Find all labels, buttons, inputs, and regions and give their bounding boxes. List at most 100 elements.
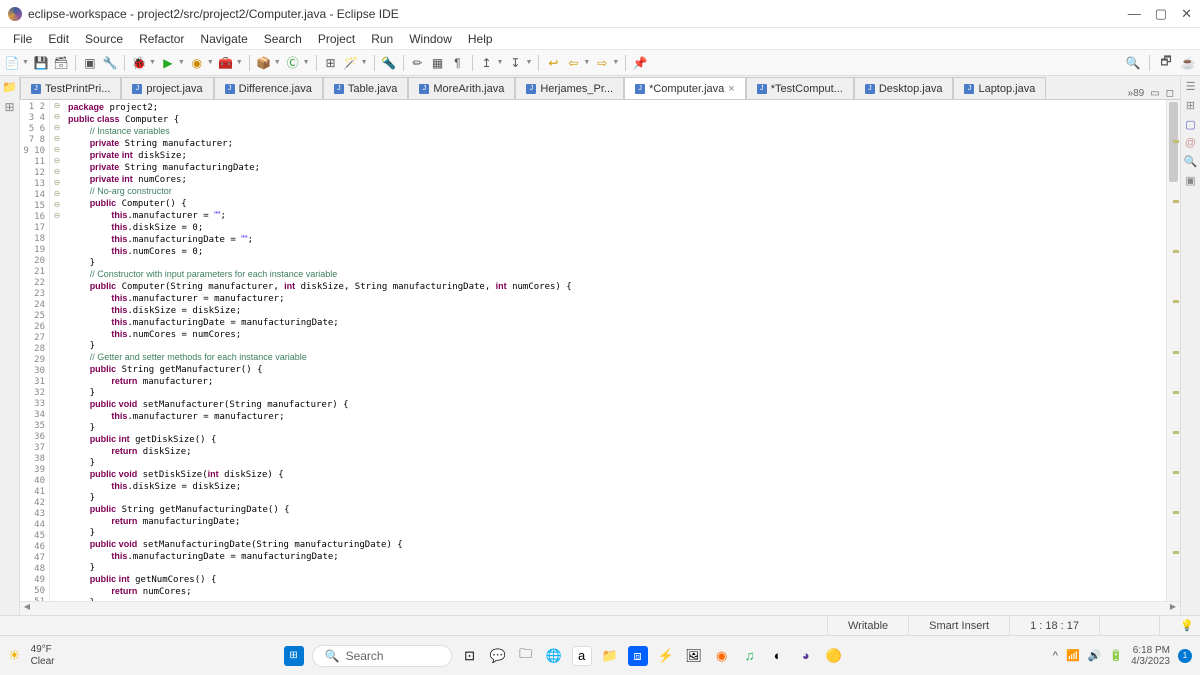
open-type-icon[interactable]: ⊞ (323, 55, 339, 71)
new-class-icon[interactable]: Ⓒ (285, 55, 301, 71)
task-list-icon[interactable]: ☰ (1186, 80, 1196, 93)
task-view-icon[interactable]: ⊡ (460, 646, 480, 666)
scroll-left-arrow[interactable]: ◀ (20, 602, 34, 615)
tab-herjamespr[interactable]: JHerjames_Pr... (515, 77, 624, 99)
block-sel-icon[interactable]: ▦ (430, 55, 446, 71)
editor-min-icon[interactable]: ▭ (1150, 88, 1159, 99)
tab-tablejava[interactable]: JTable.java (323, 77, 409, 99)
menu-navigate[interactable]: Navigate (193, 30, 254, 48)
pin-icon[interactable]: 📌 (632, 55, 648, 71)
build-icon[interactable]: 🔧 (102, 55, 118, 71)
minimize-button[interactable]: — (1128, 6, 1141, 22)
java-perspective-icon[interactable]: ☕ (1180, 55, 1196, 71)
hierarchy-icon[interactable]: ⊞ (4, 100, 14, 114)
app1-icon[interactable]: a (572, 646, 592, 666)
weather-widget[interactable]: 49°F Clear (31, 644, 55, 668)
tab-differencejava[interactable]: JDifference.java (214, 77, 323, 99)
wand-icon[interactable]: 🪄 (343, 55, 359, 71)
menu-edit[interactable]: Edit (41, 30, 76, 48)
menu-refactor[interactable]: Refactor (132, 30, 191, 48)
new-icon[interactable]: 📄 (4, 55, 20, 71)
tab-desktopjava[interactable]: JDesktop.java (854, 77, 954, 99)
open-perspective-icon[interactable]: 🗗 (1158, 55, 1174, 71)
whitespace-icon[interactable]: ¶ (450, 55, 466, 71)
window-title: eclipse-workspace - project2/src/project… (28, 7, 1128, 21)
problems-icon[interactable]: 🔍 (1184, 155, 1198, 168)
code-viewport[interactable]: 1 2 3 4 5 6 7 8 9 10 11 12 13 14 15 16 1… (20, 100, 1180, 601)
horizontal-scrollbar[interactable]: ◀ ▶ (20, 601, 1180, 615)
app2-icon[interactable]: ◉ (712, 646, 732, 666)
java-file-icon: J (419, 84, 429, 94)
next-ann-icon[interactable]: ↧ (507, 55, 523, 71)
declaration-icon[interactable]: @ (1185, 137, 1196, 149)
markers-view-icon[interactable]: ▢ (1185, 118, 1195, 131)
toolbar: 📄▼ 💾 🗃 ▣ 🔧 🐞▼ ▶▼ ◉▼ 🧰▼ 📦▼ Ⓒ▼ ⊞ 🪄▼ 🔦 ✏ ▦ … (0, 50, 1200, 76)
terminal-icon[interactable]: ▣ (82, 55, 98, 71)
tabs-overflow[interactable]: »89 (1128, 88, 1145, 99)
volume-icon[interactable]: 🔊 (1088, 649, 1102, 662)
outline-icon[interactable]: ⊞ (1186, 99, 1195, 112)
overview-ruler[interactable] (1170, 100, 1180, 601)
package-explorer-icon[interactable]: 📁 (2, 80, 17, 94)
tab-laptopjava[interactable]: JLaptop.java (953, 77, 1046, 99)
editor-max-icon[interactable]: ◻ (1166, 88, 1174, 99)
eclipse-task-icon[interactable]: ◕ (796, 646, 816, 666)
forward-icon[interactable]: ⇨ (594, 55, 610, 71)
maximize-button[interactable]: ▢ (1155, 6, 1167, 22)
new-pkg-icon[interactable]: 📦 (256, 55, 272, 71)
clock[interactable]: 6:18 PM 4/3/2023 (1131, 645, 1170, 667)
ext-tools-icon[interactable]: 🧰 (218, 55, 234, 71)
explorer-icon[interactable]: 🗀 (516, 646, 536, 666)
taskbar-search[interactable]: 🔍 Search (312, 645, 452, 667)
quick-access-icon[interactable]: 🔍 (1125, 55, 1141, 71)
tab-projectjava[interactable]: Jproject.java (121, 77, 213, 99)
start-button[interactable]: ⊞ (284, 646, 304, 666)
last-edit-icon[interactable]: ↩ (545, 55, 561, 71)
tab-testprintpri[interactable]: JTestPrintPri... (20, 77, 121, 99)
wintools-icon[interactable]: ⚡ (656, 646, 676, 666)
menu-window[interactable]: Window (402, 30, 459, 48)
app3-icon[interactable]: ◐ (768, 646, 788, 666)
save-all-icon[interactable]: 🗃 (53, 55, 69, 71)
code[interactable]: package project2; public class Computer … (64, 100, 1166, 601)
edge-icon[interactable]: 🌐 (544, 646, 564, 666)
spotify-icon[interactable]: ♫ (740, 646, 760, 666)
back-icon[interactable]: ⇦ (565, 55, 581, 71)
prev-ann-icon[interactable]: ↥ (479, 55, 495, 71)
save-icon[interactable]: 💾 (33, 55, 49, 71)
menu-source[interactable]: Source (78, 30, 130, 48)
tip-icon[interactable]: 💡 (1159, 616, 1200, 635)
close-button[interactable]: ✕ (1181, 6, 1192, 22)
menu-project[interactable]: Project (311, 30, 362, 48)
console-icon[interactable]: ▣ (1185, 174, 1195, 187)
run-icon[interactable]: ▶ (160, 55, 176, 71)
tray-chevron-icon[interactable]: ^ (1053, 650, 1058, 662)
tab-morearithjava[interactable]: JMoreArith.java (408, 77, 515, 99)
coverage-icon[interactable]: ◉ (189, 55, 205, 71)
menu-search[interactable]: Search (257, 30, 309, 48)
vertical-scrollbar[interactable] (1166, 100, 1180, 601)
toggle-mark-icon[interactable]: ✏ (410, 55, 426, 71)
battery-icon[interactable]: 🔋 (1109, 649, 1123, 662)
photos-icon[interactable]: 🖼 (684, 646, 704, 666)
debug-icon[interactable]: 🐞 (131, 55, 147, 71)
file-explorer-icon[interactable]: 📁 (600, 646, 620, 666)
menu-run[interactable]: Run (364, 30, 400, 48)
menu-file[interactable]: File (6, 30, 39, 48)
notifications-icon[interactable]: 1 (1178, 649, 1192, 663)
search-icon[interactable]: 🔦 (381, 55, 397, 71)
system-tray[interactable]: ^ 📶 🔊 🔋 6:18 PM 4/3/2023 1 (1053, 645, 1192, 667)
menu-help[interactable]: Help (461, 30, 500, 48)
tab-computerjava[interactable]: J*Computer.java × (624, 77, 746, 99)
tab-testcomput[interactable]: J*TestComput... (746, 77, 854, 99)
wifi-icon[interactable]: 📶 (1066, 649, 1080, 662)
weather-icon[interactable]: ☀ (8, 647, 21, 664)
fold-markers[interactable]: ⊖ ⊖ ⊖ ⊖ ⊖ ⊖ ⊖ ⊖ ⊖ ⊖ ⊖ (50, 100, 64, 601)
dropbox-icon[interactable]: ⧈ (628, 646, 648, 666)
chrome-icon[interactable]: 🟡 (824, 646, 844, 666)
tab-close-icon[interactable]: × (728, 83, 734, 95)
scroll-right-arrow[interactable]: ▶ (1166, 602, 1180, 615)
menubar: FileEditSourceRefactorNavigateSearchProj… (0, 28, 1200, 50)
chat-icon[interactable]: 💬 (488, 646, 508, 666)
right-trim: ☰ ⊞ ▢ @ 🔍 ▣ (1180, 76, 1200, 615)
